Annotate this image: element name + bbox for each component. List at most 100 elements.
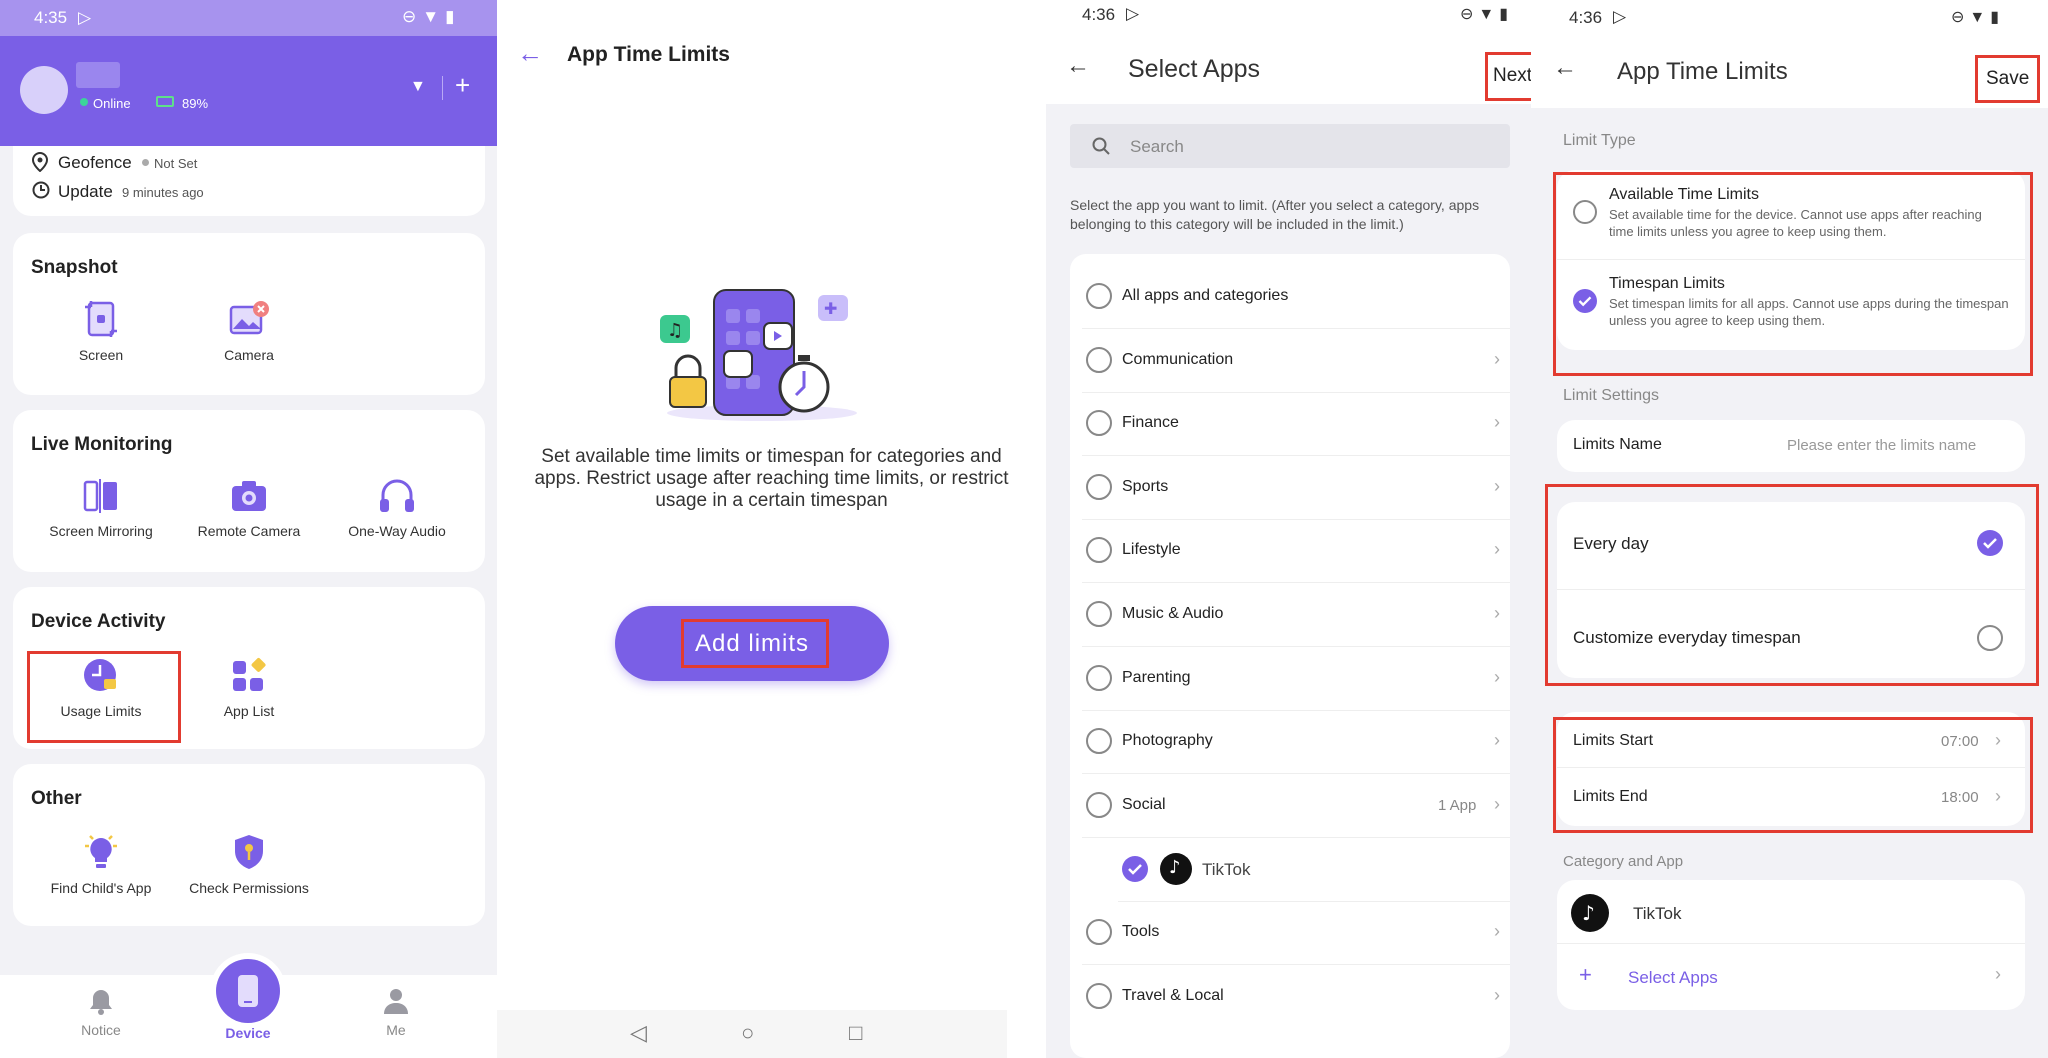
clock-icon bbox=[32, 181, 50, 199]
mirroring-icon bbox=[83, 479, 117, 513]
device-screen: 4:35 ▷ ⊖▼▮ Online 89% ▼ + Geofence Not S… bbox=[0, 0, 497, 1058]
screen-label: Screen bbox=[78, 347, 124, 363]
svg-text:✚: ✚ bbox=[824, 299, 837, 318]
highlight-box bbox=[1545, 484, 2039, 686]
radio-unchecked[interactable] bbox=[1086, 665, 1112, 691]
nav-home-icon[interactable]: ○ bbox=[741, 1020, 754, 1046]
status-bar: 4:35 ▷ ⊖▼▮ bbox=[0, 0, 497, 36]
list-item[interactable]: Photography › bbox=[1082, 710, 1510, 774]
dropdown-icon[interactable]: ▼ bbox=[410, 78, 426, 96]
limits-name-placeholder: Please enter the limits name bbox=[1787, 437, 1977, 454]
select-apps-screen: 4:36 ▷ ⊖▼▮ ← Select Apps Next Search Sel… bbox=[1046, 0, 1531, 1058]
selected-app-row: ♪ TikTok bbox=[1557, 880, 2025, 944]
list-item[interactable]: Tools › bbox=[1082, 901, 1510, 965]
play-icon: ▷ bbox=[1613, 7, 1627, 26]
list-item-label: Lifestyle bbox=[1122, 541, 1181, 558]
select-apps-row[interactable]: + Select Apps › bbox=[1557, 944, 2025, 1010]
one-way-audio-tile[interactable]: One-Way Audio bbox=[337, 477, 457, 539]
person-icon bbox=[384, 989, 408, 1014]
app-list-tile[interactable]: App List bbox=[189, 657, 309, 719]
find-child-app-tile[interactable]: Find Child's App bbox=[41, 832, 161, 896]
screenshot-icon bbox=[85, 301, 117, 337]
list-item[interactable]: Music & Audio › bbox=[1082, 583, 1510, 647]
selected-apps-card: ♪ TikTok + Select Apps › bbox=[1557, 880, 2025, 1010]
tab-device-button[interactable] bbox=[216, 959, 280, 1023]
tab-notice-label: Notice bbox=[81, 1022, 121, 1038]
tab-me[interactable]: Me bbox=[365, 987, 427, 1038]
camera-tile[interactable]: Camera bbox=[189, 299, 309, 363]
check-permissions-tile[interactable]: Check Permissions bbox=[189, 832, 309, 896]
radio-unchecked[interactable] bbox=[1086, 537, 1112, 563]
nav-recents-icon[interactable]: □ bbox=[849, 1020, 862, 1046]
nav-back-icon[interactable]: ◁ bbox=[630, 1020, 647, 1046]
list-item[interactable]: Sports › bbox=[1082, 456, 1510, 520]
list-item-label: Tools bbox=[1122, 923, 1160, 940]
list-item[interactable]: Communication › bbox=[1082, 329, 1510, 393]
chevron-right-icon: › bbox=[1494, 476, 1500, 496]
back-arrow-icon[interactable]: ← bbox=[517, 38, 543, 69]
back-arrow-icon[interactable]: ← bbox=[1553, 54, 1577, 82]
list-item[interactable]: Social 1 App › bbox=[1082, 774, 1510, 838]
app-time-limits-form-screen: 4:36 ▷ ⊖▼▮ ← App Time Limits Save Limit … bbox=[1531, 0, 2048, 1058]
sub-list-item[interactable]: ♪ TikTok bbox=[1118, 838, 1510, 902]
android-nav-bar: ◁ ○ □ bbox=[497, 1010, 1007, 1058]
add-device-icon[interactable]: + bbox=[455, 70, 470, 101]
screen-mirroring-tile[interactable]: Screen Mirroring bbox=[41, 477, 161, 539]
back-arrow-icon[interactable]: ← bbox=[1066, 52, 1090, 80]
page-title: App Time Limits bbox=[1617, 58, 1788, 85]
geofence-icon bbox=[31, 152, 49, 172]
list-item[interactable]: Parenting › bbox=[1082, 647, 1510, 711]
list-item-label: Finance bbox=[1122, 414, 1179, 431]
check-permissions-label: Check Permissions bbox=[189, 880, 309, 896]
find-child-app-label: Find Child's App bbox=[50, 880, 152, 896]
other-card: Other Find Child's App Check Permissions bbox=[13, 764, 485, 926]
radio-unchecked[interactable] bbox=[1086, 792, 1112, 818]
chevron-right-icon: › bbox=[1494, 730, 1500, 750]
remote-camera-label: Remote Camera bbox=[197, 523, 301, 539]
app-time-limits-empty-screen: ← App Time Limits ♫ ✚ Set available time… bbox=[497, 0, 1046, 1058]
online-status: Online bbox=[93, 96, 131, 111]
checkbox-checked[interactable] bbox=[1122, 856, 1148, 882]
tab-notice[interactable]: Notice bbox=[70, 987, 132, 1038]
one-way-audio-label: One-Way Audio bbox=[348, 523, 446, 539]
screen-mirroring-label: Screen Mirroring bbox=[49, 523, 153, 539]
radio-unchecked[interactable] bbox=[1086, 983, 1112, 1009]
other-title: Other bbox=[31, 788, 82, 809]
chevron-right-icon: › bbox=[1494, 603, 1500, 623]
plus-icon: + bbox=[1579, 962, 1592, 987]
status-icons: ⊖▼▮ bbox=[1460, 6, 1514, 23]
radio-unchecked[interactable] bbox=[1086, 728, 1112, 754]
camera-label: Camera bbox=[224, 347, 274, 363]
list-item[interactable]: Travel & Local › bbox=[1082, 965, 1510, 1029]
radio-unchecked[interactable] bbox=[1086, 283, 1112, 309]
child-name-blurred bbox=[76, 62, 120, 88]
radio-unchecked[interactable] bbox=[1086, 474, 1112, 500]
battery-icon bbox=[156, 96, 174, 107]
list-item-label: Travel & Local bbox=[1122, 987, 1224, 1004]
screen-tile[interactable]: Screen bbox=[41, 299, 161, 363]
select-hint: Select the app you want to limit. (After… bbox=[1070, 197, 1480, 232]
radio-unchecked[interactable] bbox=[1086, 601, 1112, 627]
list-item[interactable]: Finance › bbox=[1082, 392, 1510, 456]
radio-unchecked[interactable] bbox=[1086, 919, 1112, 945]
check-icon bbox=[1128, 864, 1142, 875]
highlight-box bbox=[27, 651, 181, 743]
list-item[interactable]: All apps and categories bbox=[1082, 265, 1510, 329]
headphones-icon bbox=[380, 479, 414, 512]
page-title: Select Apps bbox=[1128, 55, 1261, 83]
geofence-status: Not Set bbox=[154, 156, 198, 171]
search-input[interactable]: Search bbox=[1070, 124, 1510, 168]
highlight-box bbox=[1975, 55, 2040, 103]
app-list-icon bbox=[233, 657, 266, 691]
chevron-right-icon: › bbox=[1494, 794, 1500, 814]
battery-level: 89% bbox=[182, 96, 209, 111]
radio-unchecked[interactable] bbox=[1086, 410, 1112, 436]
avatar[interactable] bbox=[20, 66, 68, 114]
search-placeholder: Search bbox=[1130, 137, 1184, 156]
remote-camera-tile[interactable]: Remote Camera bbox=[189, 477, 309, 539]
radio-unchecked[interactable] bbox=[1086, 347, 1112, 373]
list-item[interactable]: Lifestyle › bbox=[1082, 519, 1510, 583]
device-header: Online 89% ▼ + bbox=[0, 36, 497, 146]
list-item-label: Photography bbox=[1122, 732, 1213, 749]
limits-name-field[interactable]: Limits Name Please enter the limits name bbox=[1557, 420, 2025, 472]
